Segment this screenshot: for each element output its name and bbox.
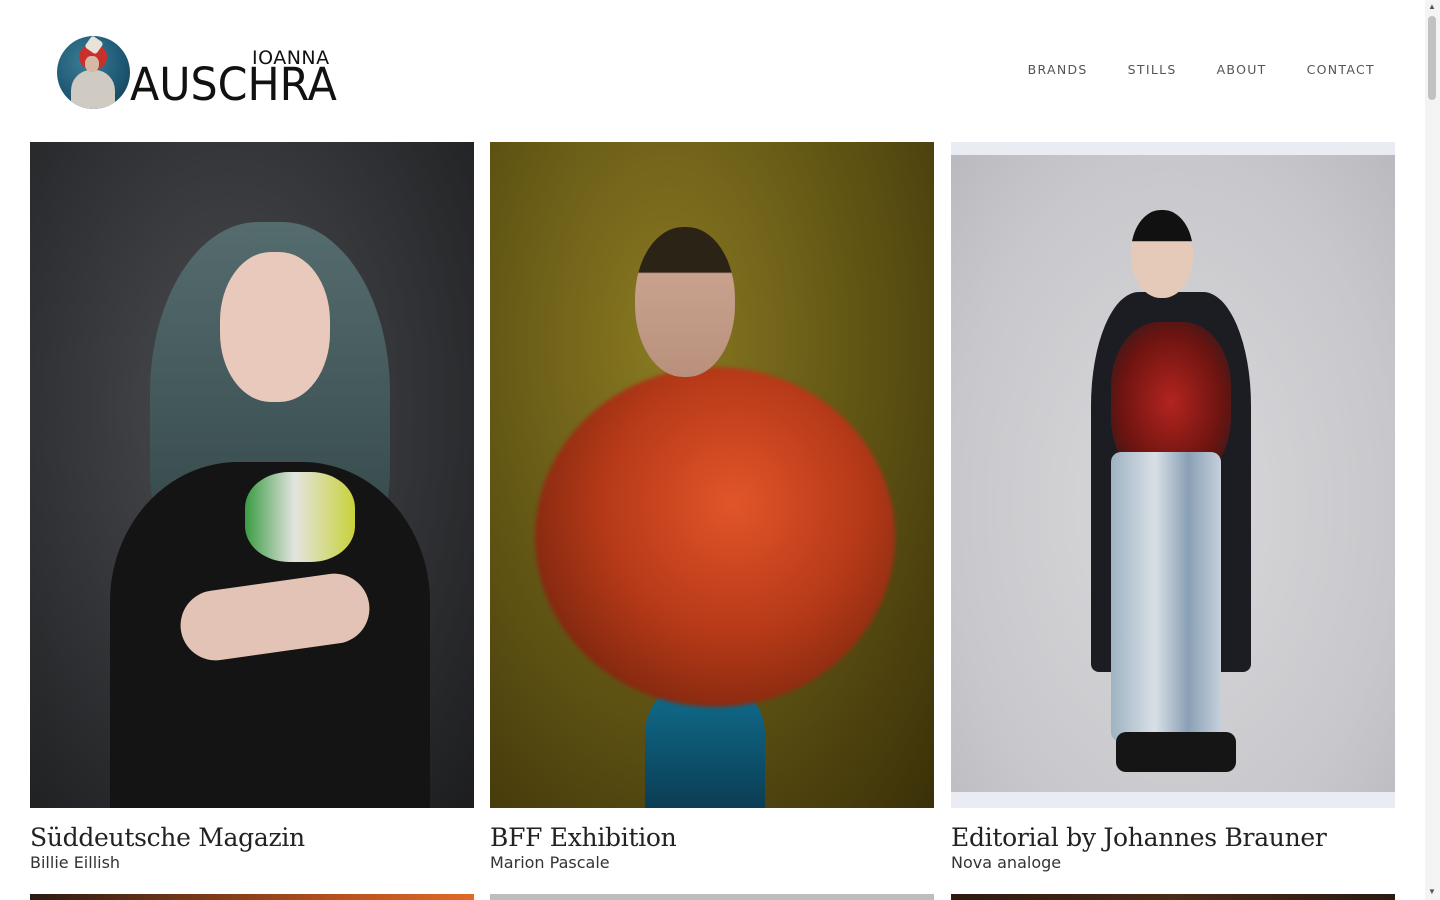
site-logo[interactable]: IOANNA AUSCHRA bbox=[56, 35, 346, 111]
gallery-card-subtitle: Billie Eillish bbox=[30, 853, 121, 872]
scroll-down-arrow-icon[interactable]: ▼ bbox=[1428, 888, 1436, 896]
gallery-photo[interactable] bbox=[951, 142, 1395, 808]
main-nav: BRANDS STILLS ABOUT CONTACT bbox=[1028, 62, 1375, 77]
logo-portrait-icon bbox=[57, 36, 130, 109]
gallery-photo-partial[interactable] bbox=[490, 894, 934, 900]
gallery-card[interactable]: Süddeutsche Magazin Billie Eillish bbox=[30, 142, 474, 872]
logo-last-name: AUSCHRA bbox=[130, 58, 337, 111]
nav-link-brands[interactable]: BRANDS bbox=[1028, 62, 1088, 77]
gallery-photo[interactable] bbox=[30, 142, 474, 808]
nav-link-stills[interactable]: STILLS bbox=[1128, 62, 1177, 77]
gallery-card[interactable]: BFF Exhibition Marion Pascale bbox=[490, 142, 934, 872]
gallery-card-title[interactable]: BFF Exhibition bbox=[490, 824, 934, 852]
scroll-up-arrow-icon[interactable]: ▲ bbox=[1428, 3, 1436, 11]
gallery-photo-partial[interactable] bbox=[30, 894, 474, 900]
gallery-photo-partial[interactable] bbox=[951, 894, 1395, 900]
scrollbar-thumb[interactable] bbox=[1428, 16, 1436, 100]
gallery-card[interactable]: Editorial by Johannes Brauner Nova analo… bbox=[951, 142, 1395, 872]
nav-link-about[interactable]: ABOUT bbox=[1217, 62, 1267, 77]
gallery-photo[interactable] bbox=[490, 142, 934, 808]
gallery-card-title[interactable]: Editorial by Johannes Brauner bbox=[951, 824, 1395, 852]
site-header: IOANNA AUSCHRA BRANDS STILLS ABOUT CONTA… bbox=[0, 0, 1425, 142]
page-scrollbar[interactable]: ▲ ▼ bbox=[1425, 0, 1440, 900]
gallery-card-subtitle: Nova analoge bbox=[951, 853, 1062, 872]
nav-link-contact[interactable]: CONTACT bbox=[1307, 62, 1375, 77]
gallery-card-subtitle: Marion Pascale bbox=[490, 853, 610, 872]
gallery-card-title[interactable]: Süddeutsche Magazin bbox=[30, 824, 474, 852]
